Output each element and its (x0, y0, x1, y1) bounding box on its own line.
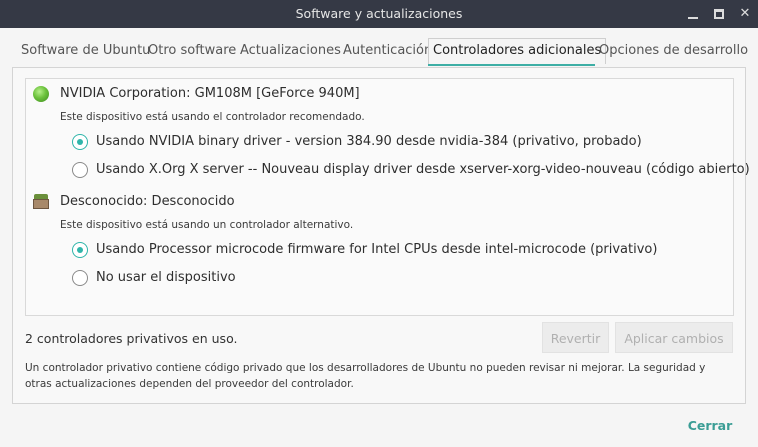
option-label[interactable]: Usando X.Org X server -- Nouveau display… (96, 162, 750, 177)
window-title: Software y actualizaciones (295, 6, 463, 21)
device-name: NVIDIA Corporation: GM108M [GeForce 940M… (60, 86, 360, 101)
tab-opciones-desarrollo[interactable]: Opciones de desarrollo (599, 38, 748, 64)
tab-software-ubuntu[interactable]: Software de Ubuntu (21, 38, 150, 64)
tab-otro-software[interactable]: Otro software (148, 38, 236, 64)
radio-intel-microcode[interactable] (72, 242, 88, 258)
device-status-note: Este dispositivo está usando el controla… (60, 111, 365, 123)
close-icon: ✕ (739, 6, 751, 21)
info-text: Un controlador privativo contiene código… (25, 362, 706, 390)
radio-nouveau-driver[interactable] (72, 162, 88, 178)
maximize-button[interactable] (709, 4, 729, 24)
radio-no-device[interactable] (72, 270, 88, 286)
minimize-button[interactable] (683, 4, 703, 24)
option-label[interactable]: Usando NVIDIA binary driver - version 38… (96, 134, 642, 149)
apply-changes-button[interactable]: Aplicar cambios (615, 322, 733, 353)
tab-actualizaciones[interactable]: Actualizaciones (240, 38, 341, 64)
device-status-note: Este dispositivo está usando un controla… (60, 219, 354, 231)
device-list[interactable]: NVIDIA Corporation: GM108M [GeForce 940M… (25, 78, 750, 316)
tab-controladores-adicionales[interactable]: Controladores adicionales (428, 38, 607, 64)
minimize-icon (688, 17, 698, 19)
green-led-icon (33, 86, 49, 102)
drivers-panel: NVIDIA Corporation: GM108M [GeForce 940M… (12, 67, 750, 404)
chip-icon (33, 194, 49, 210)
maximize-icon (714, 9, 724, 19)
radio-nvidia-driver[interactable] (72, 134, 88, 150)
status-text: 2 controladores privativos en uso. (25, 331, 238, 346)
revert-button[interactable]: Revertir (542, 322, 609, 353)
title-bar: Software y actualizaciones ✕ (0, 0, 758, 28)
tab-autenticacion[interactable]: Autenticación (343, 38, 432, 64)
option-label[interactable]: No usar el dispositivo (96, 270, 236, 285)
close-window-button[interactable]: ✕ (735, 4, 755, 24)
close-button[interactable]: Cerrar (680, 414, 740, 438)
device-name: Desconocido: Desconocido (60, 194, 235, 209)
option-label[interactable]: Usando Processor microcode firmware for … (96, 242, 657, 257)
active-tab-indicator (428, 64, 595, 66)
tab-bar: Software de Ubuntu Otro software Actuali… (0, 38, 758, 66)
